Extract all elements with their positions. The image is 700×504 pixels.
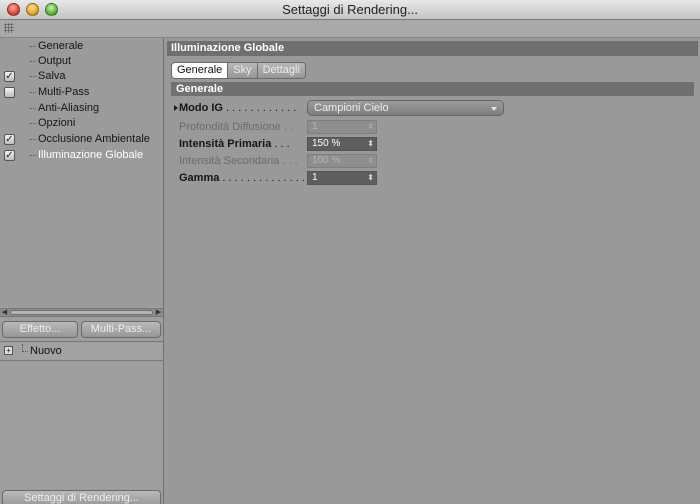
sidebar-item-multi-pass[interactable]: Multi-Pass <box>0 85 163 100</box>
gamma-field[interactable]: 1 ⬍ <box>307 171 377 185</box>
tree-line-icon <box>30 92 36 93</box>
tree-line-icon <box>30 108 36 109</box>
depth-field: 1 ⬍ <box>307 120 377 134</box>
tree-line-icon <box>30 123 36 124</box>
tree-line-icon <box>30 46 36 47</box>
depth-value: 1 <box>312 121 318 132</box>
gamma-row: Gamma . . . . . . . . . . . . . . . 1 ⬍ <box>179 171 689 186</box>
secondary-row: Intensità Secondaria . . . 100 % ⬍ <box>179 154 689 169</box>
tree-line-icon <box>30 61 36 62</box>
tab-dettagli[interactable]: Dettagli <box>257 63 305 78</box>
tab-bar: Generale Sky Dettagli <box>171 62 306 79</box>
stepper-arrows-icon[interactable]: ⬍ <box>367 172 374 184</box>
stepper-arrows-icon: ⬍ <box>367 122 374 131</box>
depth-row: Profondità Diffusione . . 1 ⬍ <box>179 120 689 135</box>
group-title: Generale <box>171 82 694 96</box>
primary-label: Intensità Primaria . . . <box>179 138 290 150</box>
sidebar-item-salva[interactable]: ✓ Salva <box>0 69 163 84</box>
secondary-intensity-value: 100 % <box>312 155 341 166</box>
primary-intensity-value: 150 % <box>312 138 341 149</box>
secondary-label: Intensità Secondaria . . . <box>179 155 298 167</box>
checkbox-salva[interactable]: ✓ <box>4 71 15 82</box>
scrollbar-thumb[interactable] <box>10 310 153 315</box>
expand-icon[interactable]: + <box>4 346 13 355</box>
stepper-arrows-icon[interactable]: ⬍ <box>367 138 374 150</box>
expand-triangle-icon[interactable] <box>174 105 178 111</box>
sidebar-item-label: Anti-Aliasing <box>38 102 100 114</box>
sidebar-item-label: Multi-Pass <box>38 86 90 98</box>
primary-row: Intensità Primaria . . . 150 % ⬍ <box>179 137 689 152</box>
settings-panel: Illuminazione Globale Generale Sky Detta… <box>165 38 700 504</box>
mode-dropdown[interactable]: Campioni Cielo <box>307 100 504 116</box>
tree-horizontal-scrollbar[interactable]: ◀ ▶ <box>0 308 163 317</box>
depth-label: Profondità Diffusione . . <box>179 121 294 133</box>
sidebar-item-label: Illuminazione Globale <box>38 149 144 161</box>
checkbox-illuminazione-globale[interactable]: ✓ <box>4 150 15 161</box>
primary-intensity-field[interactable]: 150 % ⬍ <box>307 137 377 151</box>
effect-list-item[interactable]: + Nuovo <box>0 343 163 359</box>
scroll-left-icon[interactable]: ◀ <box>0 309 9 316</box>
multipass-button[interactable]: Multi-Pass... <box>81 321 161 338</box>
mode-label: Modo IG . . . . . . . . . . . . <box>179 102 297 114</box>
tree-line-icon <box>22 344 28 352</box>
sidebar-item-anti-aliasing[interactable]: Anti-Aliasing <box>0 101 163 116</box>
checkbox-multi-pass[interactable] <box>4 87 15 98</box>
effect-button[interactable]: Effetto... <box>2 321 78 338</box>
mode-dropdown-value: Campioni Cielo <box>314 102 389 114</box>
mode-row: Modo IG . . . . . . . . . . . . Campioni… <box>174 100 689 116</box>
gamma-label: Gamma . . . . . . . . . . . . . . . <box>179 172 312 184</box>
toolbar <box>0 20 700 38</box>
sidebar-item-opzioni[interactable]: Opzioni <box>0 116 163 131</box>
sidebar-item-label: Opzioni <box>38 117 76 129</box>
sidebar-item-label: Output <box>38 55 72 67</box>
scroll-right-icon[interactable]: ▶ <box>154 309 163 316</box>
divider <box>0 341 163 342</box>
grip-icon[interactable] <box>4 23 14 33</box>
render-settings-button[interactable]: Settaggi di Rendering... <box>2 490 161 504</box>
tree-line-icon <box>30 76 36 77</box>
sidebar-item-label: Occlusione Ambientale <box>38 133 150 145</box>
chevron-down-icon <box>491 107 497 111</box>
settings-tree: Generale Output ✓ Salva Multi-Pass Anti-… <box>0 38 163 306</box>
sidebar-item-label: Salva <box>38 70 66 82</box>
tab-generale[interactable]: Generale <box>172 63 229 78</box>
sidebar: Generale Output ✓ Salva Multi-Pass Anti-… <box>0 38 164 504</box>
sidebar-item-illuminazione-globale[interactable]: ✓ Illuminazione Globale <box>0 148 163 163</box>
window-title: Settaggi di Rendering... <box>282 2 418 17</box>
tab-sky[interactable]: Sky <box>228 63 258 78</box>
sidebar-item-label: Generale <box>38 40 84 52</box>
section-title: Illuminazione Globale <box>167 41 698 56</box>
sidebar-item-output[interactable]: Output <box>0 54 163 69</box>
secondary-intensity-field: 100 % ⬍ <box>307 154 377 168</box>
tree-line-icon <box>30 155 36 156</box>
sidebar-item-generale[interactable]: Generale <box>0 39 163 54</box>
window-titlebar: Settaggi di Rendering... <box>0 0 700 20</box>
stepper-arrows-icon: ⬍ <box>367 156 374 165</box>
divider <box>0 360 163 361</box>
effect-item-label: Nuovo <box>30 345 62 357</box>
checkbox-occlusione-ambientale[interactable]: ✓ <box>4 134 15 145</box>
gamma-value: 1 <box>312 172 318 183</box>
tree-line-icon <box>30 139 36 140</box>
sidebar-item-occlusione-ambientale[interactable]: ✓ Occlusione Ambientale <box>0 132 163 147</box>
